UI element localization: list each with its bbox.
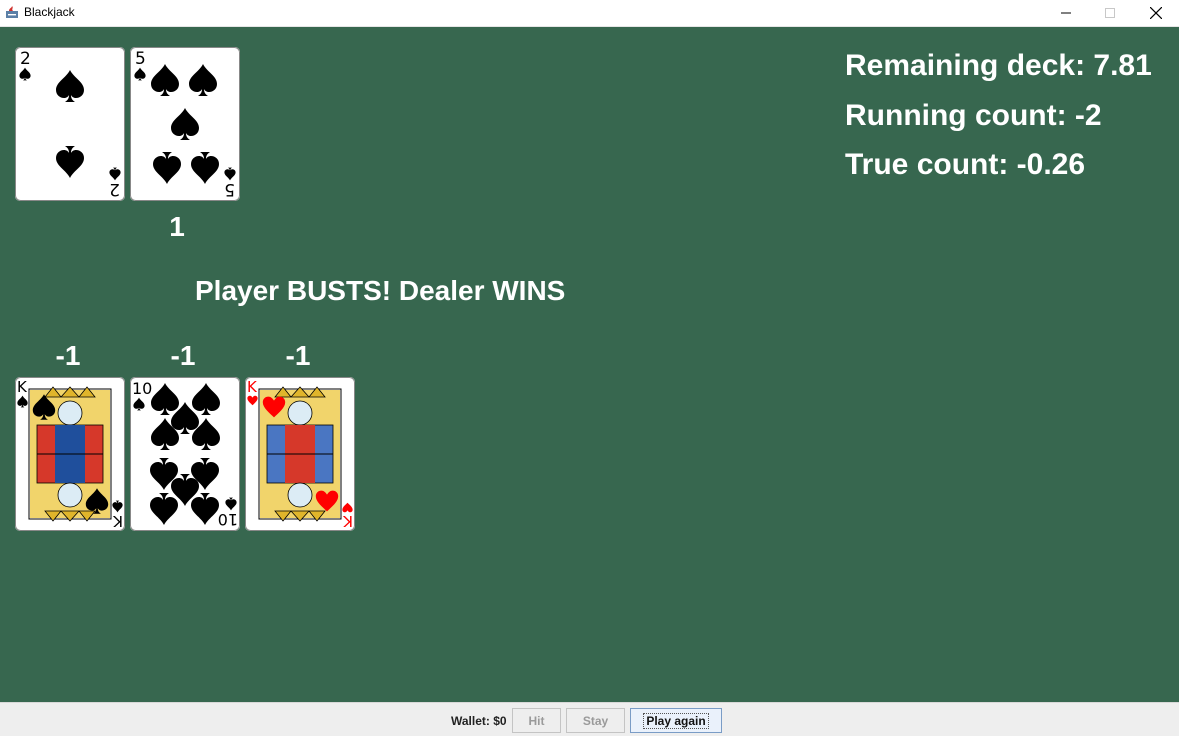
stay-button[interactable]: Stay (566, 708, 625, 733)
card-rank-bottom: 10 (218, 510, 238, 529)
dealer-card-2: 5 5 (130, 47, 240, 201)
player-card-3-count-label: -1 (285, 340, 311, 371)
player-card-2: 10 10 (130, 377, 240, 531)
close-icon (1150, 7, 1162, 19)
player-card-1-count-label: -1 (55, 340, 81, 371)
card-rank-bottom: K (342, 512, 353, 530)
card-rank-top: 5 (135, 49, 146, 69)
king-of-spades-card-face: K K (15, 377, 125, 531)
player-card-3: K K (245, 377, 355, 531)
ten-of-spades-card-face: 10 10 (130, 377, 240, 531)
result-message: Player BUSTS! Dealer WINS (195, 275, 566, 306)
two-of-spades-card-face: 2 2 (15, 47, 125, 201)
remaining-deck-label: Remaining deck: 7.81 (845, 49, 1152, 82)
running-count-label: Running count: -2 (845, 99, 1102, 132)
minimize-button[interactable] (1043, 0, 1089, 26)
card-rank-top: K (17, 378, 28, 396)
window-title: Blackjack (24, 5, 75, 19)
king-of-hearts-card-face: K K (245, 377, 355, 531)
close-button[interactable] (1133, 0, 1179, 26)
dealer-count-label: 1 (169, 211, 185, 242)
dealer-card-1: 2 2 (15, 47, 125, 201)
control-bar: Wallet: $0 Hit Stay Play again (0, 702, 1179, 736)
card-rank-bottom: K (112, 512, 123, 530)
java-app-icon (6, 6, 18, 18)
player-card-1: K K (15, 377, 125, 531)
player-card-2-count-label: -1 (170, 340, 196, 371)
game-table: 2 2 5 5 1 Player BUSTS! Dealer WINS -1 -… (0, 27, 1179, 702)
card-rank-top: K (247, 378, 258, 396)
play-again-label: Play again (643, 712, 709, 729)
window-title-bar: Blackjack (0, 0, 1179, 27)
card-rank-bottom: 5 (224, 179, 235, 199)
true-count-label: True count: -0.26 (845, 148, 1086, 181)
five-of-spades-card-face: 5 5 (130, 47, 240, 201)
card-rank-top: 2 (20, 49, 31, 69)
hit-button[interactable]: Hit (512, 708, 561, 733)
play-again-button[interactable]: Play again (630, 708, 722, 733)
maximize-button[interactable] (1087, 0, 1133, 26)
wallet-label: Wallet: $0 (451, 714, 507, 728)
card-rank-bottom: 2 (109, 179, 120, 199)
minimize-icon (1061, 12, 1071, 14)
maximize-icon (1105, 8, 1115, 18)
card-rank-top: 10 (132, 379, 152, 398)
